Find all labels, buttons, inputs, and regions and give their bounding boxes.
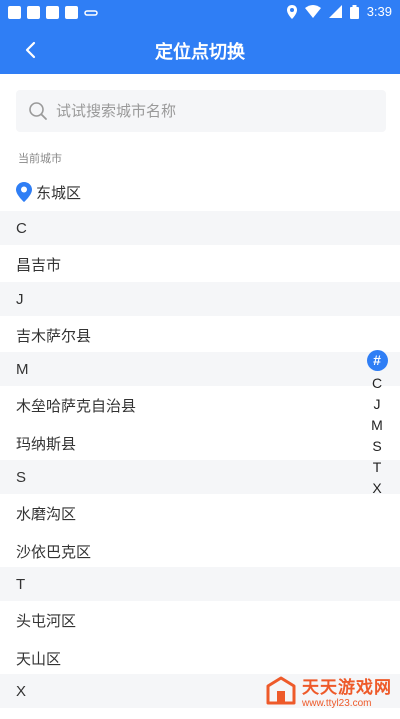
link-icon [84, 9, 98, 16]
watermark-url: www.ttyl23.com [302, 698, 372, 709]
city-item[interactable]: 水磨沟区 [0, 494, 400, 532]
page-title: 定位点切换 [155, 42, 245, 63]
index-item-hash[interactable]: # [366, 350, 388, 371]
current-city-name: 东城区 [36, 183, 82, 202]
city-name: 头屯河区 [16, 611, 77, 630]
city-item[interactable]: 头屯河区 [0, 601, 400, 639]
group-letter: X [16, 682, 27, 700]
wifi-icon [304, 5, 321, 18]
city-name: 水磨沟区 [16, 504, 77, 523]
index-item-j[interactable]: J [366, 394, 388, 415]
group-letter: J [16, 290, 24, 308]
search-area [0, 74, 400, 144]
index-item-c[interactable]: C [366, 373, 388, 394]
group-header-c: C [0, 211, 400, 245]
search-box[interactable] [16, 90, 386, 132]
city-item[interactable]: 昌吉市 [0, 245, 400, 283]
notification-icon [27, 6, 40, 19]
notification-icon [8, 6, 21, 19]
city-name: 天山区 [16, 649, 62, 668]
group-header-m: M [0, 352, 400, 386]
city-name: 吉木萨尔县 [16, 326, 92, 345]
city-item[interactable]: 沙依巴克区 [0, 532, 400, 570]
group-letter: T [16, 575, 26, 593]
city-name: 沙依巴克区 [16, 542, 92, 561]
city-name: 昌吉市 [16, 255, 62, 274]
city-item[interactable]: 玛纳斯县 [0, 424, 400, 462]
city-name: 玛纳斯县 [16, 434, 77, 453]
current-city-label: 当前城市 [18, 152, 62, 165]
index-item-m[interactable]: M [366, 415, 388, 436]
location-pin-icon [16, 182, 32, 202]
location-status-icon [286, 4, 297, 19]
city-item[interactable]: 吉木萨尔县 [0, 316, 400, 354]
index-item-x[interactable]: X [366, 478, 388, 499]
group-header-t: T [0, 567, 400, 601]
status-time: 3:39 [366, 4, 392, 19]
watermark-title: 天天游戏网 [302, 678, 392, 698]
city-item[interactable]: 木垒哈萨克自治县 [0, 386, 400, 424]
group-header-j: J [0, 282, 400, 316]
notification-icon [46, 6, 59, 19]
notification-icon [65, 6, 78, 19]
group-letter: C [16, 219, 27, 237]
index-item-t[interactable]: T [366, 457, 388, 478]
search-input[interactable] [56, 102, 356, 120]
group-header-s: S [0, 460, 400, 494]
status-bar: 3:39 [0, 0, 400, 26]
city-name: 木垒哈萨克自治县 [16, 396, 137, 415]
group-letter: M [16, 360, 29, 378]
group-letter: S [16, 468, 27, 486]
alphabet-index-bar[interactable]: # C J M S T X [366, 350, 388, 499]
watermark-logo-icon [266, 676, 296, 705]
index-item-s[interactable]: S [366, 436, 388, 457]
current-city[interactable]: 东城区 [16, 178, 81, 206]
watermark: 天天游戏网 www.ttyl23.com [266, 673, 392, 709]
battery-icon [349, 4, 359, 19]
nav-bar: 定位点切换 [0, 26, 400, 74]
city-item[interactable]: 天山区 [0, 639, 400, 677]
search-icon [29, 102, 47, 120]
signal-icon [328, 5, 342, 18]
